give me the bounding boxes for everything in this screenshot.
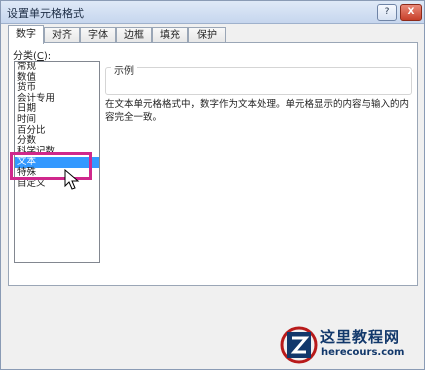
watermark-title: 这里教程网 (320, 328, 401, 346)
tab-number[interactable]: 数字 (8, 25, 44, 44)
category-item-general[interactable]: 常规 (15, 62, 99, 73)
herecours-logo-icon (280, 326, 318, 364)
sample-box (105, 67, 412, 95)
watermark: 这里教程网 herecours.com (279, 323, 419, 367)
format-cells-dialog: 设置单元格格式 ? X 数字 对齐 字体 边框 填充 保护 分类(C): 常规 … (0, 0, 425, 370)
sample-label: 示例 (111, 62, 137, 77)
tab-fill[interactable]: 填充 (152, 27, 188, 43)
tab-border[interactable]: 边框 (116, 27, 152, 43)
tab-protection[interactable]: 保护 (188, 27, 226, 43)
tab-font[interactable]: 字体 (80, 27, 116, 43)
watermark-url: herecours.com (321, 347, 405, 358)
category-label: 分类(C): (13, 51, 52, 62)
category-item-custom[interactable]: 自定义 (15, 178, 99, 190)
close-button[interactable]: X (400, 4, 422, 21)
window-title: 设置单元格格式 (7, 7, 84, 20)
mouse-cursor-icon (64, 169, 80, 190)
help-button[interactable]: ? (377, 4, 397, 21)
category-item-time[interactable]: 时间 (15, 114, 99, 126)
tab-alignment[interactable]: 对齐 (44, 27, 80, 43)
title-bar: 设置单元格格式 ? X (1, 1, 424, 24)
format-description: 在文本单元格格式中，数字作为文本处理。单元格显示的内容与输入的内容完全一致。 (105, 99, 410, 123)
